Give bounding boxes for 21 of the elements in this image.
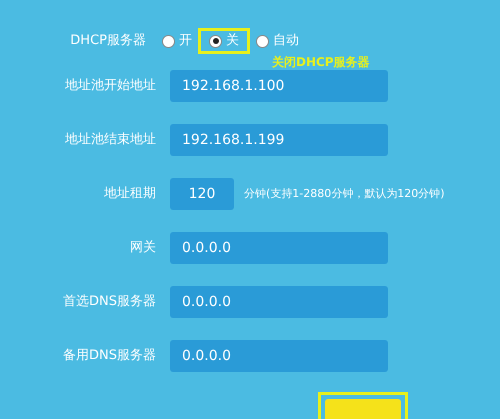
field-label: 网关 — [129, 239, 157, 258]
input-field[interactable]: 120 — [170, 178, 234, 210]
field-label: 备用DNS服务器 — [62, 347, 157, 366]
field-label: 地址池结束地址 — [64, 131, 157, 150]
radio-button[interactable] — [209, 34, 222, 48]
field-label: DHCP服务器 — [69, 32, 147, 50]
field-label: 地址池开始地址 — [64, 77, 157, 96]
field-label: 首选DNS服务器 — [62, 293, 157, 312]
input-field[interactable]: 0.0.0.0 — [170, 232, 388, 264]
radio-label[interactable]: 自动 — [273, 31, 299, 51]
input-field[interactable]: 0.0.0.0 — [170, 340, 388, 372]
radio-label[interactable]: 关 — [226, 31, 239, 51]
input-field[interactable]: 192.168.1.100 — [170, 70, 388, 102]
hint-text: 分钟(支持1-2880分钟，默认为120分钟) — [244, 186, 445, 202]
input-field[interactable]: 0.0.0.0 — [170, 286, 388, 318]
radio-button[interactable] — [162, 34, 175, 48]
radio-button[interactable] — [256, 34, 269, 48]
field-label: 地址租期 — [103, 185, 157, 204]
input-field[interactable]: 192.168.1.199 — [170, 124, 388, 156]
annotation-text: 关闭DHCP服务器 — [270, 54, 371, 70]
radio-label[interactable]: 开 — [179, 31, 192, 51]
